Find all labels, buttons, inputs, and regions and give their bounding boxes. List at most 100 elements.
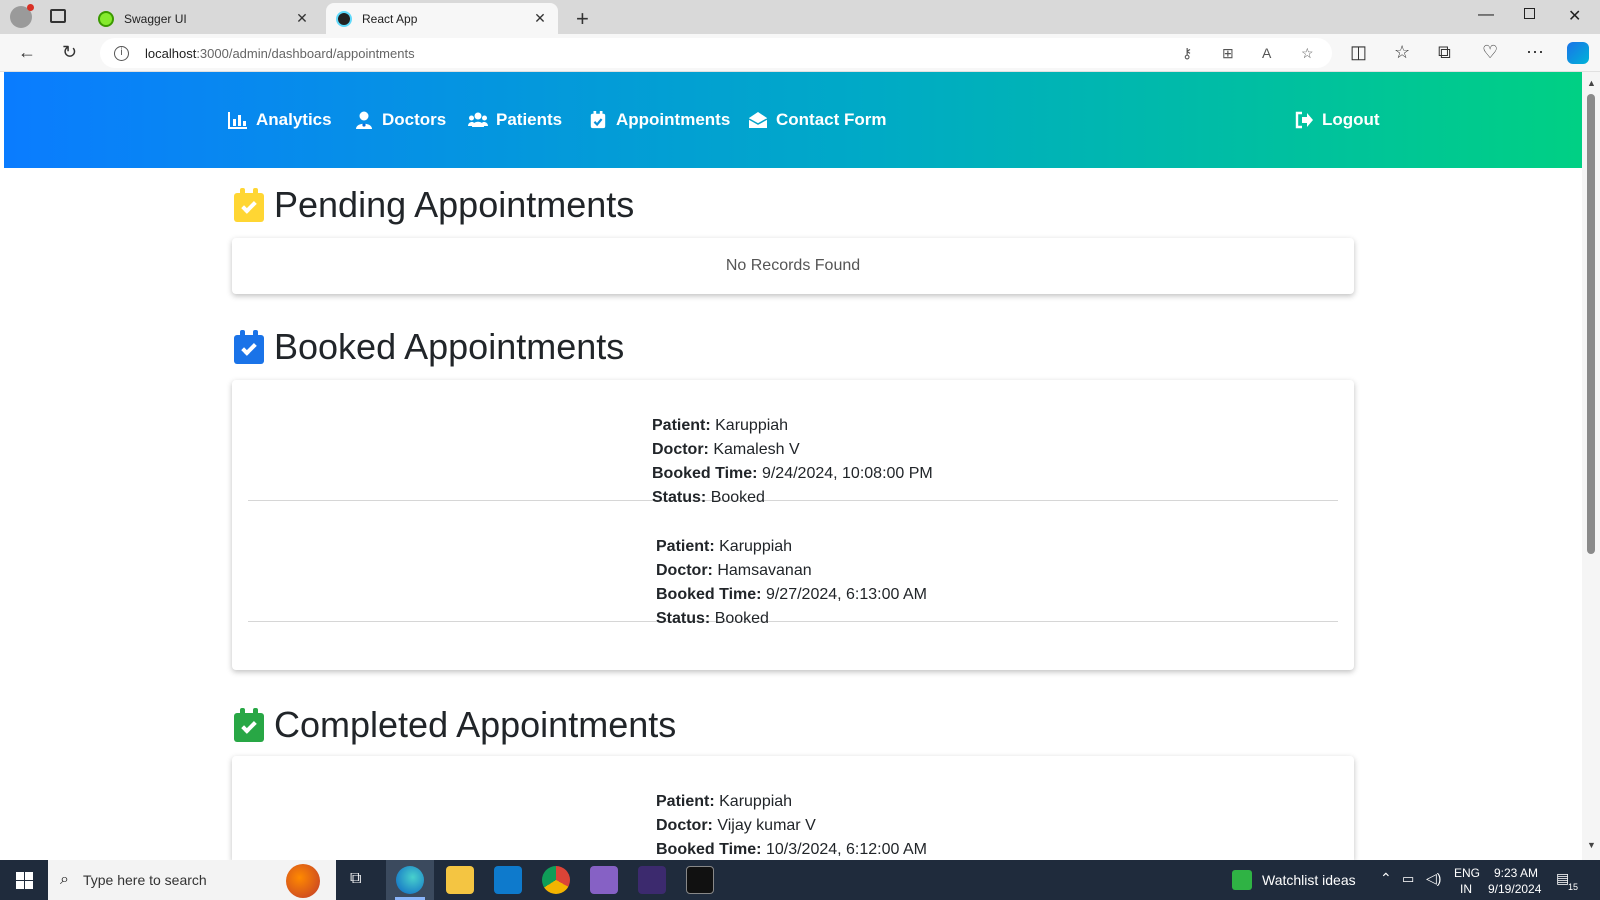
command-prompt-icon[interactable]: [686, 866, 714, 894]
watchlist-icon[interactable]: [1232, 870, 1252, 890]
visual-studio-icon[interactable]: [590, 866, 618, 894]
task-view-icon[interactable]: ⧉: [350, 870, 361, 888]
booked-time-row: Booked Time: 9/27/2024, 6:13:00 AM: [656, 583, 927, 607]
nav-doctors[interactable]: Doctors: [354, 110, 446, 130]
pending-section-title: Pending Appointments: [234, 184, 634, 226]
calendar-check-icon: [234, 188, 264, 222]
users-icon: [468, 112, 488, 127]
booked-time-label: Booked Time:: [652, 465, 758, 482]
address-bar[interactable]: i localhost:3000/admin/dashboard/appoint…: [100, 38, 1332, 68]
patient-row: Patient: Karuppiah: [656, 790, 927, 814]
close-window-icon[interactable]: ✕: [1568, 6, 1581, 26]
tab-title: Swagger UI: [124, 11, 187, 26]
patient-row: Patient: Karuppiah: [656, 535, 927, 559]
scrollbar-thumb[interactable]: [1587, 94, 1595, 554]
nav-patients[interactable]: Patients: [468, 110, 562, 130]
doctor-value: Hamsavanan: [717, 562, 812, 579]
doctor-value: Kamalesh V: [713, 441, 800, 458]
minimize-icon[interactable]: —: [1478, 6, 1494, 24]
search-highlight-icon: [286, 864, 320, 898]
file-explorer-icon[interactable]: [446, 866, 474, 894]
apps-icon[interactable]: ⊞: [1222, 45, 1234, 62]
booked-section-title: Booked Appointments: [234, 326, 624, 368]
pending-appointments-card: No Records Found: [232, 238, 1354, 294]
scroll-up-icon[interactable]: ▲: [1587, 78, 1596, 88]
appointment-item: Patient: Karuppiah Doctor: Kamalesh V Bo…: [248, 380, 1338, 506]
patient-value: Karuppiah: [719, 538, 793, 555]
empty-state-text: No Records Found: [725, 257, 861, 274]
app-navbar: Analytics Doctors Patients Appointments …: [4, 72, 1582, 168]
patient-label: Patient:: [656, 793, 715, 810]
patient-label: Patient:: [652, 417, 711, 434]
language-top[interactable]: ENG: [1454, 866, 1480, 880]
tab-title: React App: [362, 11, 418, 26]
clock-time[interactable]: 9:23 AM: [1494, 866, 1538, 880]
tray-chevron-icon[interactable]: ⌃: [1380, 870, 1392, 887]
nav-analytics[interactable]: Analytics: [228, 110, 332, 130]
notification-count: 15: [1568, 882, 1579, 892]
favorites-icon[interactable]: ☆: [1394, 42, 1410, 62]
more-options-icon[interactable]: ⋯: [1526, 42, 1544, 62]
close-tab-icon[interactable]: ✕: [532, 10, 548, 27]
language-bottom[interactable]: IN: [1460, 882, 1472, 896]
appointment-item: Patient: Karuppiah Doctor: Vijay kumar V…: [248, 756, 1338, 860]
favorite-star-icon[interactable]: ☆: [1301, 45, 1314, 62]
tab-react-app[interactable]: React App ✕: [326, 3, 558, 34]
browser-essentials-icon[interactable]: ♡: [1482, 42, 1498, 62]
collections-icon[interactable]: ⧉: [1438, 42, 1451, 62]
terminal-icon[interactable]: [638, 866, 666, 894]
logout-icon: [1295, 111, 1313, 129]
close-tab-icon[interactable]: ✕: [294, 10, 310, 27]
restore-icon[interactable]: [1524, 8, 1535, 19]
vscode-icon[interactable]: [494, 866, 522, 894]
taskbar-search-box[interactable]: ⌕ Type here to search: [48, 860, 336, 900]
nav-contact-form[interactable]: Contact Form: [748, 110, 887, 130]
edge-browser-icon[interactable]: [396, 866, 424, 894]
page-scrollbar[interactable]: ▲ ▼: [1582, 72, 1600, 860]
read-aloud-icon[interactable]: A: [1262, 45, 1271, 61]
section-heading: Booked Appointments: [274, 326, 625, 367]
search-placeholder: Type here to search: [82, 872, 207, 888]
doctor-row: Doctor: Kamalesh V: [652, 438, 933, 462]
patient-value: Karuppiah: [719, 793, 793, 810]
key-icon[interactable]: ⚷: [1182, 45, 1192, 62]
appointment-details: Patient: Karuppiah Doctor: Kamalesh V Bo…: [652, 414, 933, 510]
back-icon[interactable]: ←: [18, 42, 36, 62]
browser-toolbar: ← ↻ i localhost:3000/admin/dashboard/app…: [0, 34, 1600, 72]
chrome-icon[interactable]: [542, 866, 570, 894]
volume-icon[interactable]: ◁): [1426, 870, 1441, 887]
network-icon[interactable]: ▭: [1402, 871, 1414, 887]
tab-swagger-ui[interactable]: Swagger UI ✕: [88, 3, 320, 34]
site-info-icon[interactable]: i: [114, 45, 129, 61]
copilot-icon[interactable]: [1567, 42, 1589, 64]
scroll-down-icon[interactable]: ▼: [1587, 840, 1596, 850]
booked-appointments-card: Patient: Karuppiah Doctor: Kamalesh V Bo…: [232, 380, 1354, 670]
split-screen-icon[interactable]: ◫: [1350, 42, 1367, 62]
nav-label: Analytics: [256, 110, 332, 129]
booked-time-label: Booked Time:: [656, 841, 762, 858]
status-label: Status:: [656, 610, 711, 627]
patient-label: Patient:: [656, 538, 715, 555]
refresh-icon[interactable]: ↻: [62, 42, 77, 62]
booked-time-row: Booked Time: 10/3/2024, 6:12:00 AM: [656, 838, 927, 860]
chart-bar-icon: [228, 112, 247, 129]
windows-start-icon[interactable]: [16, 872, 33, 889]
new-tab-icon[interactable]: +: [576, 6, 589, 32]
nav-appointments[interactable]: Appointments: [588, 110, 730, 130]
tab-actions-icon[interactable]: [50, 9, 66, 23]
booked-time-row: Booked Time: 9/24/2024, 10:08:00 PM: [652, 462, 933, 486]
appointment-details: Patient: Karuppiah Doctor: Vijay kumar V…: [656, 790, 927, 860]
clock-date[interactable]: 9/19/2024: [1488, 882, 1541, 896]
booked-time-label: Booked Time:: [656, 586, 762, 603]
widget-label[interactable]: Watchlist ideas: [1262, 872, 1356, 888]
appointment-item: Patient: Karuppiah Doctor: Hamsavanan Bo…: [248, 501, 1338, 627]
status-row: Status: Booked: [656, 607, 927, 631]
booked-time-value: 10/3/2024, 6:12:00 AM: [765, 841, 927, 858]
browser-titlebar: Swagger UI ✕ React App ✕ + — ✕: [0, 0, 1600, 34]
calendar-check-icon: [234, 330, 264, 364]
logout-button[interactable]: Logout: [1294, 110, 1380, 130]
envelope-open-icon: [748, 112, 768, 128]
logout-label: Logout: [1322, 110, 1380, 129]
swagger-favicon-icon: [98, 10, 114, 27]
nav-label: Appointments: [616, 110, 731, 129]
